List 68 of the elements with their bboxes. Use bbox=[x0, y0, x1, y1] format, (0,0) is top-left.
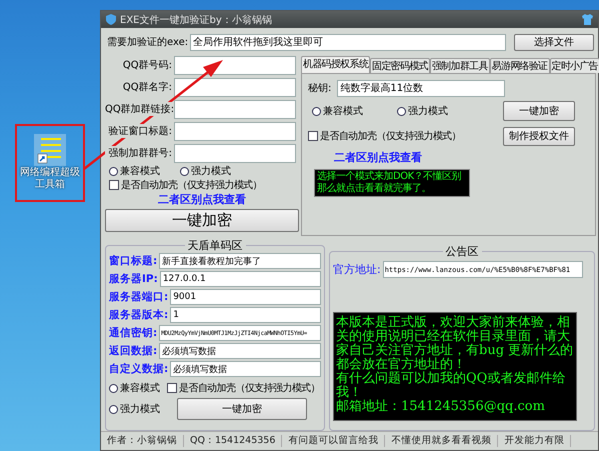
radio-button[interactable] bbox=[397, 106, 406, 116]
checkbox[interactable] bbox=[167, 383, 177, 393]
input-field[interactable]: 必须填写数据 bbox=[170, 361, 321, 377]
encrypt-button[interactable]: 一键加密 bbox=[503, 101, 575, 121]
radio-label: 兼容模式 bbox=[323, 104, 363, 118]
input-field[interactable] bbox=[174, 100, 296, 118]
tab[interactable]: 强制加群工具 bbox=[430, 58, 490, 73]
shield-icon bbox=[106, 14, 116, 25]
radio-label: 强力模式 bbox=[191, 164, 231, 178]
input-field[interactable] bbox=[174, 56, 296, 74]
radio-button[interactable] bbox=[109, 384, 118, 392]
field-label: 需要加验证的exe: bbox=[107, 36, 188, 49]
radio-label: 强力模式 bbox=[120, 402, 160, 416]
field-label: 窗口标题: bbox=[109, 254, 158, 268]
window-title: EXE文件一键加验证by：小翁锅锅 bbox=[120, 14, 272, 26]
checkbox[interactable] bbox=[308, 131, 318, 141]
radio-button[interactable] bbox=[109, 404, 118, 414]
input-field[interactable]: 127.0.0.1 bbox=[160, 271, 321, 287]
tab[interactable]: 定时小广告 bbox=[550, 58, 599, 73]
input-field[interactable]: 1 bbox=[170, 307, 321, 323]
field-label: 返回数据: bbox=[109, 344, 158, 358]
checkbox-label: 是否自动加壳（仅支持强力模式） bbox=[179, 382, 320, 395]
tab[interactable]: 机器码授权系统 bbox=[301, 56, 370, 73]
checkbox-label: 是否自动加壳（仅支持强力模式） bbox=[121, 178, 262, 192]
field-label: 自定义数据: bbox=[109, 362, 168, 376]
document-icon[interactable] bbox=[33, 133, 67, 167]
console-output: 选择一个模式来加DOK？不懂区别那么就点击看看就完事了。 bbox=[314, 169, 470, 197]
radio-label: 兼容模式 bbox=[120, 382, 160, 395]
checkbox[interactable] bbox=[109, 180, 119, 190]
field-label: 服务器端口: bbox=[109, 290, 168, 304]
choose-file-button[interactable]: 选择文件 bbox=[514, 34, 594, 50]
input-field[interactable] bbox=[174, 122, 296, 140]
key-field[interactable]: 纯数字最高11位数 bbox=[337, 80, 506, 96]
input-field[interactable] bbox=[174, 78, 296, 96]
encrypt-button[interactable]: 一键加密 bbox=[105, 209, 299, 232]
field-label: 秘钥: bbox=[308, 82, 332, 95]
status-text: 作者：小翁锅锅 bbox=[101, 435, 184, 447]
field-label: 通信密钥: bbox=[109, 326, 158, 340]
radio-button[interactable] bbox=[180, 166, 189, 176]
tab[interactable]: 易游网络验证 bbox=[490, 58, 550, 73]
input-field[interactable]: 新手直接看教程加完事了 bbox=[159, 253, 321, 269]
tab[interactable]: 固定密码模式 bbox=[370, 58, 430, 73]
help-link[interactable]: 二者区别点我查看 bbox=[334, 150, 422, 165]
radio-button[interactable] bbox=[312, 106, 321, 116]
encrypt-button[interactable]: 一键加密 bbox=[177, 398, 307, 420]
help-link[interactable]: 二者区别点我查看 bbox=[158, 192, 246, 207]
status-text: 开发能力有限 bbox=[498, 435, 572, 447]
status-text: 不懂使用就多看看视频 bbox=[385, 435, 498, 447]
status-text: 有问题可以留言给我 bbox=[282, 435, 386, 447]
field-label: 服务器版本: bbox=[109, 308, 168, 322]
input-field[interactable]: 必须填写数据 bbox=[159, 343, 321, 359]
shirt-icon[interactable] bbox=[582, 14, 593, 25]
announcement-text: 本版本是正式版，欢迎大家前来体验，相关的使用说明已经在软件目录里面，请大家自己关注官方地址，有bug 更新什么的都会放在官方地址的！ 有什么问题可以加我的QQ或者发邮件给我！ 邮箱地址：1541245356@qq.com bbox=[333, 312, 577, 421]
field-label: 官方地址: bbox=[333, 262, 381, 277]
field-label: 服务器IP: bbox=[109, 272, 158, 286]
radio-label: 强力模式 bbox=[408, 104, 448, 118]
input-field[interactable]: 9001 bbox=[170, 289, 321, 305]
group-title: 天盾单码区 bbox=[186, 239, 244, 252]
checkbox-label: 是否自动加壳（仅支持强力模式） bbox=[320, 130, 462, 143]
license-file-button[interactable]: 制作授权文件 bbox=[503, 126, 575, 146]
group-title: 公告区 bbox=[444, 245, 480, 258]
input-field[interactable] bbox=[174, 144, 296, 162]
radio-label: 兼容模式 bbox=[120, 164, 160, 178]
field-label: QQ群加群链接: bbox=[105, 102, 172, 116]
status-text: QQ：1541245356 bbox=[184, 435, 282, 447]
exe-path-field[interactable]: 全局作用软件拖到我这里即可 bbox=[190, 34, 506, 50]
field-label: 强制加群群号: bbox=[105, 146, 172, 160]
radio-button[interactable] bbox=[109, 166, 118, 176]
